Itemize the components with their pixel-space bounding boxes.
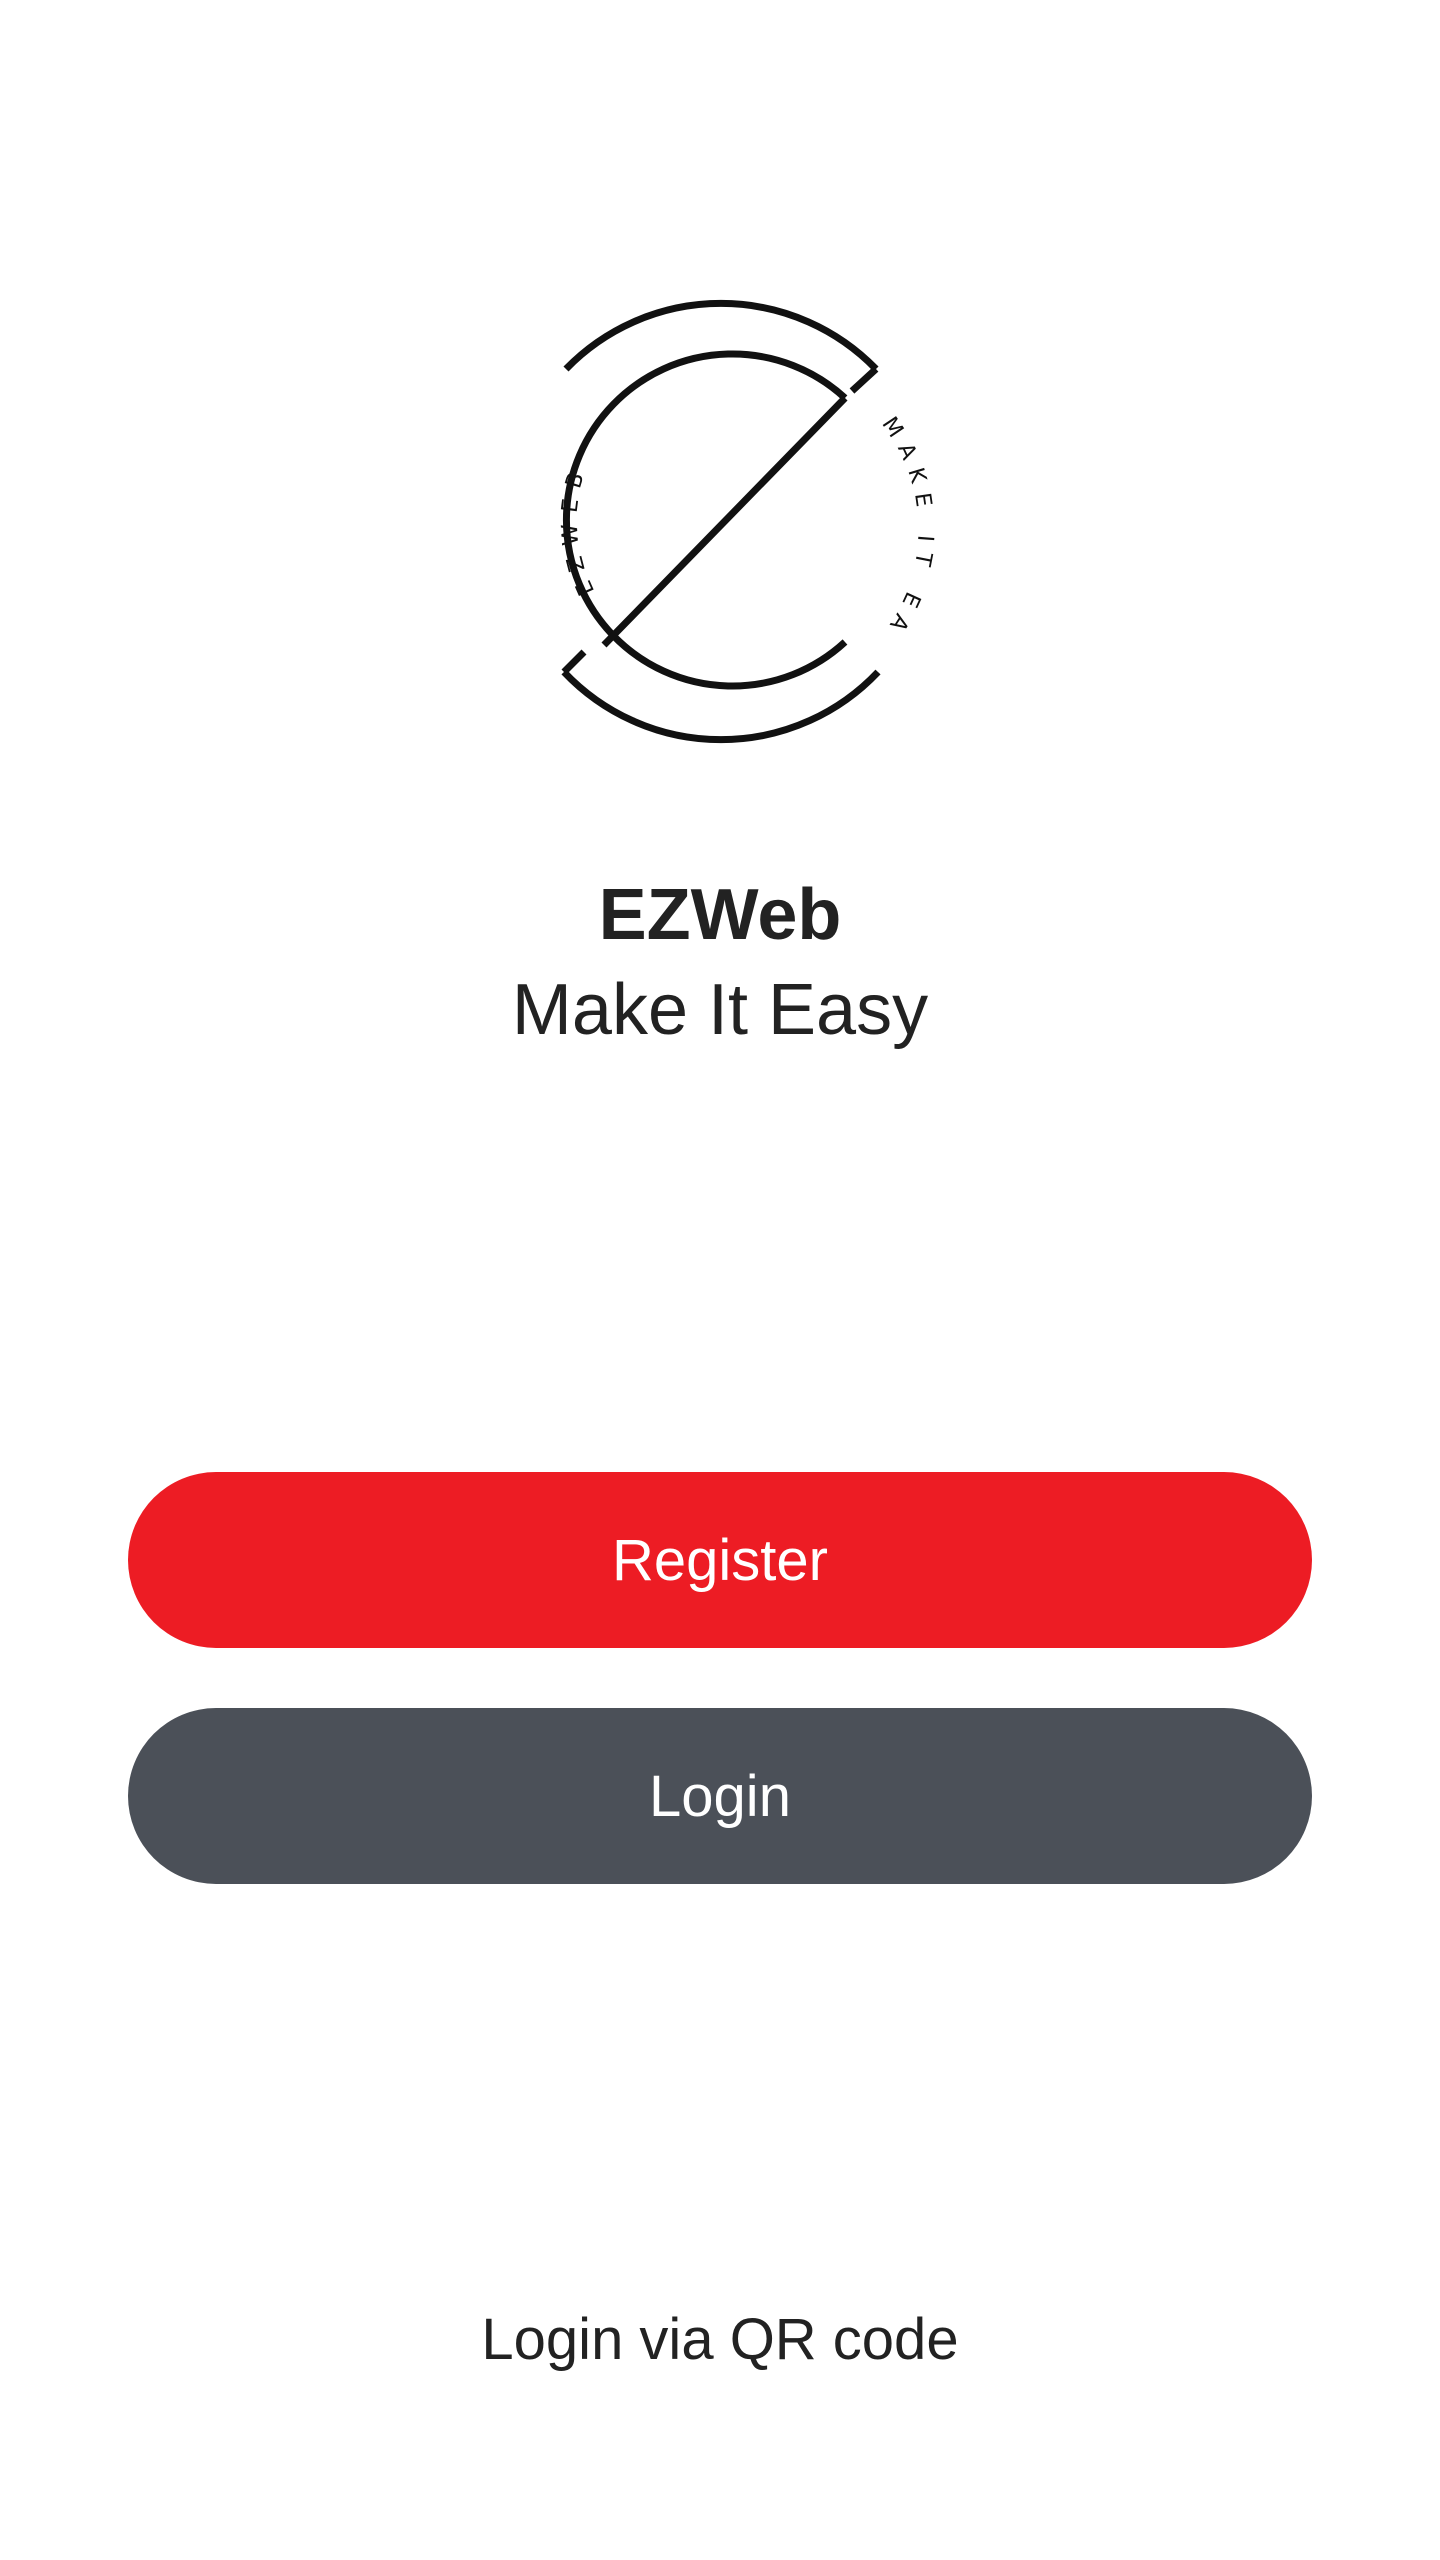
register-button[interactable]: Register xyxy=(128,1472,1312,1648)
ezweb-logo-mark: EZWEB MAKE IT EASY xyxy=(480,280,938,744)
outer-ring-top xyxy=(563,300,879,372)
logo-ring-text-right: MAKE IT EASY xyxy=(480,280,938,644)
outer-ring-cap-bl xyxy=(561,649,587,675)
login-button-label: Login xyxy=(649,1763,791,1829)
login-via-qr-link[interactable]: Login via QR code xyxy=(0,2300,1440,2380)
ezweb-logo: EZWEB MAKE IT EASY xyxy=(480,280,960,760)
inner-e-stroke xyxy=(601,395,848,648)
app-tagline: Make It Easy xyxy=(511,970,929,1050)
register-button-label: Register xyxy=(612,1527,828,1593)
app-name: EZWeb xyxy=(598,875,842,955)
logo-ring-text-left: EZWEB xyxy=(557,460,600,599)
outer-ring-cap-tl xyxy=(849,366,879,394)
login-button[interactable]: Login xyxy=(128,1708,1312,1884)
